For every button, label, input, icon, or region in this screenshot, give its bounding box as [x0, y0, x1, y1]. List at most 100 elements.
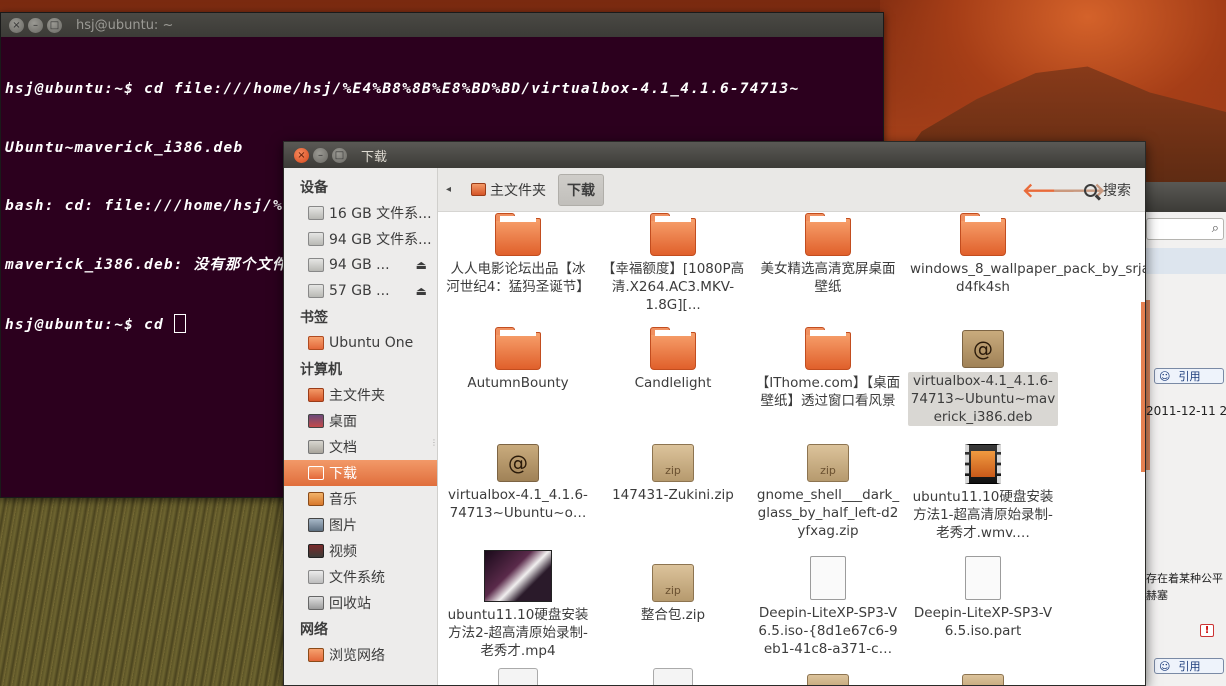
- sidebar-item-filesystem[interactable]: 文件系统: [284, 564, 437, 590]
- eject-icon[interactable]: ⏏: [416, 258, 427, 272]
- file-item[interactable]: 【IThome.com】【桌面壁纸】透过窗口看风景: [753, 327, 903, 410]
- file-manager-window[interactable]: × – □ 下载 设备 16 GB 文件系... 94 GB 文件系... 94…: [283, 141, 1146, 686]
- file-manager-titlebar[interactable]: × – □ 下载: [284, 142, 1145, 168]
- terminal-prompt: hsj@ubuntu:~$ cd: [5, 317, 174, 333]
- file-item[interactable]: 人人电影论坛出品【冰河世纪4：猛犸圣诞节】: [443, 213, 593, 296]
- sidebar-item-label: 94 GB ...: [329, 257, 390, 273]
- sidebar-item-label: 桌面: [329, 414, 357, 430]
- drive-icon: [308, 258, 324, 272]
- zip-archive-icon: [807, 444, 849, 482]
- background-window-titlebar[interactable]: [1146, 182, 1226, 212]
- file-item-partial[interactable]: [908, 674, 1058, 685]
- window-title: 下载: [361, 149, 388, 165]
- file-item-partial[interactable]: [443, 668, 593, 685]
- file-item[interactable]: Candlelight: [598, 327, 748, 392]
- sidebar-item-label: Ubuntu One: [329, 335, 414, 351]
- file-item-partial[interactable]: [598, 668, 748, 685]
- sidebar-item-pictures[interactable]: 图片: [284, 512, 437, 538]
- minimize-button[interactable]: –: [313, 147, 328, 163]
- file-name: 【IThome.com】【桌面壁纸】透过窗口看风景: [755, 375, 901, 409]
- file-item[interactable]: virtualbox-4.1_4.1.6-74713~Ubuntu~o…: [443, 444, 593, 522]
- folder-icon: [650, 327, 696, 370]
- report-icon[interactable]: !: [1200, 624, 1214, 637]
- background-browser-window[interactable]: ⌕ ☺ 引用 2011-12-11 23 存在着某种公平 赫塞 ! ☺ 引用: [1146, 182, 1226, 686]
- file-item-partial[interactable]: [753, 674, 903, 685]
- search-icon[interactable]: ⌕: [1212, 221, 1219, 236]
- breadcrumb-home[interactable]: 主文件夹: [463, 174, 554, 206]
- debian-package-icon: [497, 444, 539, 482]
- file-item[interactable]: AutumnBounty: [443, 327, 593, 392]
- zip-archive-icon: [962, 674, 1004, 685]
- sidebar-item-device-2[interactable]: 94 GB 文件系...: [284, 226, 437, 252]
- sidebar-item-browse-network[interactable]: 浏览网络: [284, 642, 437, 668]
- file-view-pane[interactable]: ◂ 主文件夹 下载 🡐 🡒 搜索 人人电影论坛出品【冰河世纪4：猛犸圣诞节】 【…: [438, 168, 1145, 685]
- sidebar-item-documents[interactable]: 文档: [284, 434, 437, 460]
- sidebar-item-device-4[interactable]: 57 GB ... ⏏: [284, 278, 437, 304]
- file-item[interactable]: Deepin-LiteXP-SP3-V6.5.iso.part: [908, 556, 1058, 640]
- file-item-selected[interactable]: virtualbox-4.1_4.1.6-74713~Ubuntu~maveri…: [908, 330, 1058, 426]
- vertical-scrollbar[interactable]: [1141, 302, 1145, 472]
- eject-icon[interactable]: ⏏: [416, 284, 427, 298]
- sidebar-item-label: 16 GB 文件系...: [329, 206, 432, 222]
- sidebar-item-videos[interactable]: 视频: [284, 538, 437, 564]
- file-item[interactable]: gnome_shell___dark_glass_by_half_left-d2…: [753, 444, 903, 540]
- sidebar-item-home[interactable]: 主文件夹: [284, 382, 437, 408]
- terminal-titlebar[interactable]: × – □ hsj@ubuntu: ~: [1, 13, 883, 37]
- breadcrumb-current-label: 下载: [567, 182, 596, 199]
- sidebar-item-desktop[interactable]: 桌面: [284, 408, 437, 434]
- sidebar-item-trash[interactable]: 回收站: [284, 590, 437, 616]
- file-item[interactable]: ubuntu11.10硬盘安装方法1-超高清原始录制-老秀才.wmv.…: [908, 444, 1058, 542]
- file-name: AutumnBounty: [467, 375, 569, 391]
- folder-icon: [650, 213, 696, 256]
- post-text-line-2: 赫塞: [1146, 589, 1168, 602]
- quote-button[interactable]: ☺ 引用: [1154, 368, 1224, 384]
- home-folder-icon: [308, 388, 324, 402]
- sidebar-item-label: 音乐: [329, 492, 357, 508]
- file-item[interactable]: 147431-Zukini.zip: [598, 444, 748, 504]
- sidebar-item-label: 下载: [329, 466, 357, 482]
- sidebar-item-device-3[interactable]: 94 GB ... ⏏: [284, 252, 437, 278]
- debian-package-icon: [962, 330, 1004, 368]
- quote-button-2[interactable]: ☺ 引用: [1154, 658, 1224, 674]
- breadcrumb-left-arrow-icon[interactable]: ◂: [446, 184, 451, 195]
- file-item[interactable]: 美女精选高清宽屏桌面壁纸: [753, 213, 903, 296]
- file-item[interactable]: ubuntu11.10硬盘安装方法2-超高清原始录制-老秀才.mp4: [443, 550, 593, 660]
- file-name: gnome_shell___dark_glass_by_half_left-d2…: [756, 487, 900, 539]
- quote-icon: ☺: [1159, 369, 1171, 383]
- sidebar-heading-network: 网络: [300, 622, 328, 638]
- folder-icon: [495, 213, 541, 256]
- videos-icon: [308, 544, 324, 558]
- sidebar-item-ubuntu-one[interactable]: Ubuntu One: [284, 330, 437, 356]
- pane-splitter-handle[interactable]: ⋮: [430, 438, 438, 447]
- background-search-input[interactable]: ⌕: [1146, 218, 1224, 240]
- maximize-button[interactable]: □: [47, 17, 62, 33]
- background-scrollbar[interactable]: [1146, 300, 1150, 470]
- file-item[interactable]: 【幸福额度】[1080P高清.X264.AC3.MKV-1.8G][...: [598, 213, 748, 314]
- file-item[interactable]: windows_8_wallpaper_pack_by_srjames-d4fk…: [908, 213, 1145, 296]
- close-button[interactable]: ×: [294, 147, 309, 163]
- close-button[interactable]: ×: [9, 17, 24, 33]
- sidebar-item-device-1[interactable]: 16 GB 文件系...: [284, 200, 437, 226]
- pictures-icon: [308, 518, 324, 532]
- file-item[interactable]: Deepin-LiteXP-SP3-V6.5.iso-{8d1e67c6-9eb…: [753, 556, 903, 658]
- terminal-title: hsj@ubuntu: ~: [76, 17, 174, 33]
- sidebar-item-label: 视频: [329, 544, 357, 560]
- file-item[interactable]: 整合包.zip: [598, 564, 748, 624]
- drive-icon: [308, 232, 324, 246]
- home-folder-icon: [471, 183, 487, 196]
- breadcrumb-current[interactable]: 下载: [558, 173, 605, 206]
- file-icon-grid[interactable]: 人人电影论坛出品【冰河世纪4：猛犸圣诞节】 【幸福额度】[1080P高清.X26…: [438, 212, 1145, 685]
- wallpaper-grass: [0, 496, 290, 686]
- file-name: virtualbox-4.1_4.1.6-74713~Ubuntu~maveri…: [908, 372, 1058, 426]
- search-button[interactable]: 搜索: [1084, 180, 1131, 200]
- sidebar-item-downloads[interactable]: 下载: [284, 460, 437, 486]
- minimize-button[interactable]: –: [28, 17, 43, 33]
- sidebar-item-music[interactable]: 音乐: [284, 486, 437, 512]
- quote-button-label: 引用: [1178, 370, 1201, 383]
- maximize-button[interactable]: □: [332, 147, 347, 163]
- file-name: Deepin-LiteXP-SP3-V6.5.iso.part: [913, 605, 1053, 639]
- file-name: 整合包.zip: [640, 607, 706, 623]
- documents-icon: [308, 440, 324, 454]
- places-sidebar[interactable]: 设备 16 GB 文件系... 94 GB 文件系... 94 GB ... ⏏ …: [284, 168, 438, 685]
- binary-file-icon: [810, 556, 846, 600]
